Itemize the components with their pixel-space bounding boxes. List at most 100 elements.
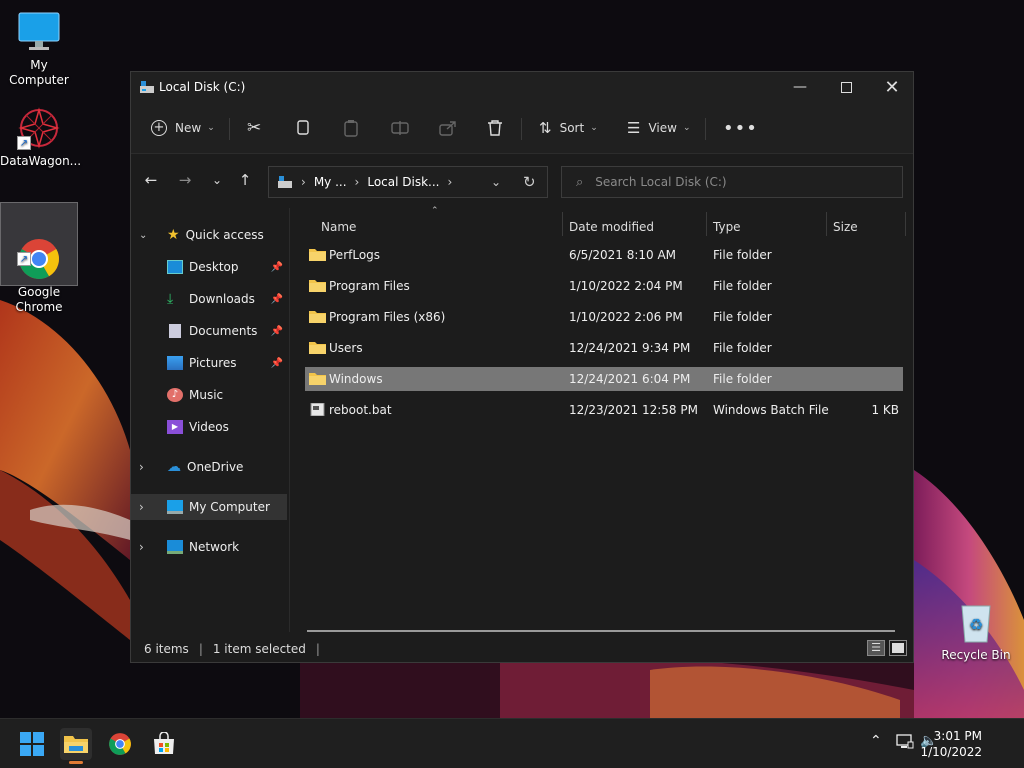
recycle-bin-icon: ♻ bbox=[954, 600, 998, 644]
column-label: Size bbox=[833, 220, 858, 234]
desktop-icon-google-chrome[interactable]: ↗ Google Chrome bbox=[0, 202, 78, 314]
breadcrumb-separator-icon: › bbox=[447, 175, 453, 189]
file-row-selected[interactable]: Windows 12/24/2021 6:04 PM File folder bbox=[305, 367, 903, 391]
file-size: 1 KB bbox=[871, 403, 899, 417]
copy-button[interactable] bbox=[295, 114, 311, 142]
minimize-button[interactable]: — bbox=[777, 72, 823, 102]
nav-label: OneDrive bbox=[187, 460, 244, 474]
taskbar-microsoft-store[interactable] bbox=[148, 728, 180, 760]
desktop-icon-my-computer[interactable]: My Computer bbox=[0, 10, 78, 88]
view-label: View bbox=[648, 121, 677, 135]
nav-quick-access[interactable]: ⌄ ★ Quick access bbox=[131, 222, 287, 248]
file-date: 1/10/2022 2:06 PM bbox=[569, 310, 683, 324]
nav-network[interactable]: › Network bbox=[131, 534, 287, 560]
command-separator bbox=[229, 118, 230, 140]
address-bar[interactable]: › My ... › Local Disk... › ⌄ ↻ bbox=[268, 166, 548, 198]
maximize-button[interactable] bbox=[823, 72, 869, 102]
nav-item-documents[interactable]: Documents 📌 bbox=[131, 318, 287, 344]
refresh-button[interactable]: ↻ bbox=[523, 173, 536, 191]
desktop-icon-recycle-bin[interactable]: ♻ Recycle Bin bbox=[936, 600, 1016, 663]
nav-item-desktop[interactable]: Desktop 📌 bbox=[131, 254, 287, 280]
file-row[interactable]: Users 12/24/2021 9:34 PM File folder bbox=[305, 336, 903, 360]
nav-item-downloads[interactable]: ⤓ Downloads 📌 bbox=[131, 286, 287, 312]
pane-divider[interactable] bbox=[289, 208, 290, 632]
nav-label: My Computer bbox=[189, 500, 270, 514]
show-hidden-icons-button[interactable]: ⌃ bbox=[870, 733, 882, 749]
share-button[interactable] bbox=[439, 114, 457, 142]
column-header-size[interactable]: Size bbox=[833, 214, 858, 240]
title-bar[interactable]: Local Disk (C:) — ✕ bbox=[131, 72, 913, 104]
arrow-up-icon: ↑ bbox=[238, 171, 252, 189]
column-label: Name bbox=[321, 220, 357, 234]
arrow-right-icon: → bbox=[178, 171, 192, 189]
details-view-button[interactable]: ☰ bbox=[867, 640, 885, 656]
breadcrumb-my-computer[interactable]: My ... bbox=[314, 175, 347, 189]
column-header-date-modified[interactable]: Date modified bbox=[569, 214, 654, 240]
column-separator[interactable] bbox=[905, 212, 906, 236]
search-box[interactable]: ⌕ Search Local Disk (C:) bbox=[561, 166, 903, 198]
file-name: Users bbox=[329, 341, 363, 355]
file-row[interactable]: PerfLogs 6/5/2021 8:10 AM File folder bbox=[305, 243, 903, 267]
network-tray-icon[interactable] bbox=[896, 734, 914, 753]
drive-icon bbox=[278, 176, 292, 188]
view-button[interactable]: ☰ View ⌄ bbox=[627, 114, 690, 142]
horizontal-scrollbar[interactable] bbox=[307, 630, 895, 632]
chrome-icon: ↗ bbox=[17, 222, 61, 279]
more-icon: ••• bbox=[723, 117, 758, 139]
file-row[interactable]: Program Files (x86) 1/10/2022 2:06 PM Fi… bbox=[305, 305, 903, 329]
column-separator[interactable] bbox=[826, 212, 827, 236]
clock-time: 3:01 PM bbox=[933, 729, 982, 743]
nav-my-computer[interactable]: › My Computer bbox=[131, 494, 287, 520]
nav-item-videos[interactable]: ▶ Videos bbox=[131, 414, 287, 440]
up-button[interactable]: ↑ bbox=[233, 168, 257, 192]
rename-icon bbox=[391, 121, 409, 135]
recent-locations-button[interactable]: ⌄ bbox=[205, 168, 229, 192]
column-header-name[interactable]: Name bbox=[321, 214, 356, 240]
column-separator[interactable] bbox=[562, 212, 563, 236]
chevron-right-icon: › bbox=[139, 500, 144, 514]
close-icon: ✕ bbox=[884, 76, 900, 98]
breadcrumb-separator-icon: › bbox=[301, 175, 306, 189]
pin-icon: 📌 bbox=[270, 293, 283, 305]
large-icons-view-button[interactable] bbox=[889, 640, 907, 656]
file-type: File folder bbox=[713, 310, 772, 324]
shortcut-arrow-icon: ↗ bbox=[17, 136, 31, 150]
forward-button[interactable]: → bbox=[173, 168, 197, 192]
taskbar-chrome[interactable] bbox=[104, 728, 136, 760]
paste-button[interactable] bbox=[343, 114, 359, 142]
nav-item-music[interactable]: ♪ Music bbox=[131, 382, 287, 408]
pin-icon: 📌 bbox=[270, 325, 283, 337]
column-header-type[interactable]: Type bbox=[713, 214, 741, 240]
sort-button[interactable]: ⇅ Sort ⌄ bbox=[539, 114, 598, 142]
nav-item-pictures[interactable]: Pictures 📌 bbox=[131, 350, 287, 376]
selection-count: 1 item selected bbox=[212, 642, 306, 656]
new-button[interactable]: + New ⌄ bbox=[151, 114, 215, 142]
chevron-up-icon: ⌃ bbox=[870, 733, 882, 749]
rename-button[interactable] bbox=[391, 114, 409, 142]
cut-button[interactable]: ✂ bbox=[247, 114, 261, 142]
svg-text:♻: ♻ bbox=[969, 615, 983, 634]
pin-icon: 📌 bbox=[270, 261, 283, 273]
column-separator[interactable] bbox=[706, 212, 707, 236]
file-explorer-window[interactable]: Local Disk (C:) — ✕ + New ⌄ ✂ ⇅ Sort ⌄ ☰… bbox=[130, 71, 914, 663]
file-row[interactable]: Program Files 1/10/2022 2:04 PM File fol… bbox=[305, 274, 903, 298]
back-button[interactable]: ← bbox=[139, 168, 163, 192]
breadcrumb-separator-icon: › bbox=[354, 175, 360, 189]
search-input[interactable]: Search Local Disk (C:) bbox=[595, 175, 726, 189]
close-button[interactable]: ✕ bbox=[869, 72, 915, 102]
more-options-button[interactable]: ••• bbox=[723, 114, 758, 142]
system-clock[interactable]: 3:01 PM 1/10/2022 bbox=[920, 728, 982, 760]
delete-button[interactable] bbox=[487, 114, 503, 142]
taskbar-file-explorer[interactable] bbox=[60, 728, 92, 764]
file-date: 12/24/2021 6:04 PM bbox=[569, 372, 691, 386]
clipboard-icon bbox=[344, 120, 358, 137]
desktop-icon-datawagon[interactable]: ↗ DataWagon... bbox=[0, 106, 81, 169]
file-row[interactable]: reboot.bat 12/23/2021 12:58 PM Windows B… bbox=[305, 398, 903, 422]
start-button[interactable] bbox=[16, 728, 48, 760]
nav-onedrive[interactable]: › ☁ OneDrive bbox=[131, 454, 287, 480]
command-separator bbox=[705, 118, 706, 140]
file-date: 12/24/2021 9:34 PM bbox=[569, 341, 691, 355]
address-history-button[interactable]: ⌄ bbox=[491, 175, 501, 189]
file-name: Program Files (x86) bbox=[329, 310, 446, 324]
breadcrumb-local-disk[interactable]: Local Disk... bbox=[367, 175, 439, 189]
